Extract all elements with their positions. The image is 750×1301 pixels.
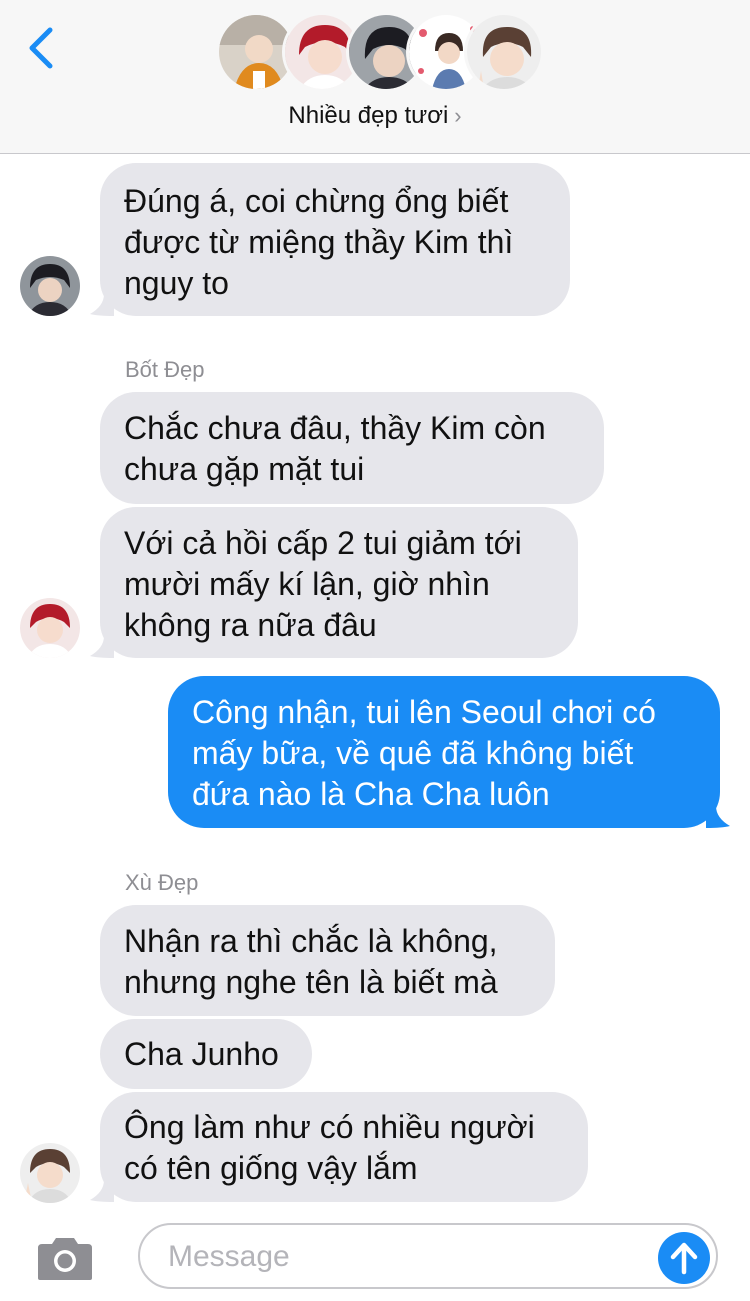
- camera-icon[interactable]: [34, 1236, 96, 1282]
- message-bubble[interactable]: Ông làm như có nhiều người có tên giống …: [100, 1092, 588, 1202]
- group-avatars[interactable]: [216, 12, 544, 96]
- message-bubble[interactable]: Chắc chưa đâu, thầy Kim còn chưa gặp mặt…: [100, 392, 604, 504]
- group-name-label: Nhiều đẹp tươi: [288, 102, 449, 129]
- message-bubble[interactable]: Cha Junho: [100, 1019, 312, 1089]
- message-bubble[interactable]: Đúng á, coi chừng ổng biết được từ miệng…: [100, 163, 570, 316]
- group-title[interactable]: Nhiều đẹp tươi ›: [0, 102, 750, 130]
- sender-name: Bốt Đẹp: [125, 357, 205, 382]
- message-bubble[interactable]: Với cả hồi cấp 2 tui giảm tới mười mấy k…: [100, 507, 578, 658]
- arrow-up-icon: [670, 1242, 698, 1275]
- conversation-header: Nhiều đẹp tươi ›: [0, 0, 750, 154]
- chevron-right-icon: ›: [454, 103, 462, 128]
- message-bubble[interactable]: Nhận ra thì chắc là không, nhưng nghe tê…: [100, 905, 555, 1016]
- message-input-container[interactable]: [138, 1223, 718, 1289]
- send-button[interactable]: [658, 1232, 710, 1284]
- chevron-left-icon[interactable]: [22, 24, 62, 72]
- sender-name: Xù Đẹp: [125, 870, 199, 895]
- message-input[interactable]: [166, 1233, 650, 1281]
- sender-avatar[interactable]: [20, 256, 80, 316]
- avatar: [464, 12, 544, 92]
- bubble-tail: [706, 806, 730, 828]
- sender-avatar[interactable]: [20, 1143, 80, 1203]
- sender-avatar[interactable]: [20, 598, 80, 658]
- message-bubble-outgoing[interactable]: Công nhận, tui lên Seoul chơi có mấy bữa…: [168, 676, 720, 828]
